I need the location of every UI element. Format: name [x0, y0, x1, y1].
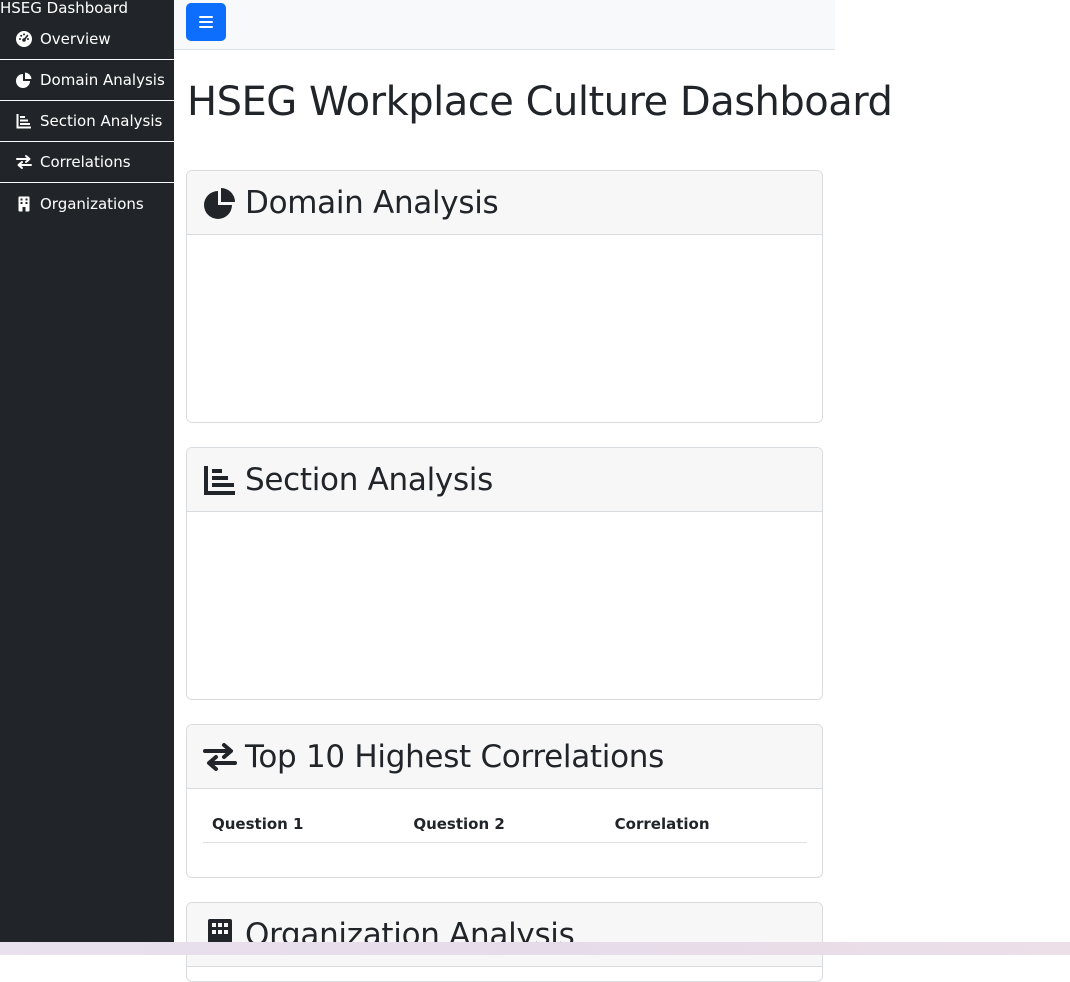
pie-chart-icon [203, 186, 237, 220]
exchange-icon [203, 740, 237, 774]
sidebar-title: HSEG Dashboard [0, 0, 129, 17]
exchange-icon [15, 153, 33, 171]
table-header-row: Question 1 Question 2 Correlation [203, 805, 807, 843]
bar-chart-icon [203, 463, 237, 497]
sidebar-item-label: Domain Analysis [40, 71, 165, 89]
gauge-icon [15, 30, 33, 48]
correlations-body: Question 1 Question 2 Correlation [187, 805, 822, 843]
column-header-correlation: Correlation [605, 805, 807, 843]
correlations-table: Question 1 Question 2 Correlation [203, 805, 807, 843]
page-title: HSEG Workplace Culture Dashboard [187, 79, 893, 125]
sidebar-nav: Overview Domain Analysis Section Analysi… [0, 19, 174, 224]
domain-analysis-card: Domain Analysis [186, 170, 823, 423]
card-title: Section Analysis [245, 461, 493, 498]
card-title: Domain Analysis [245, 184, 499, 221]
sidebar-item-overview[interactable]: Overview [0, 19, 174, 60]
bar-chart-icon [15, 112, 33, 130]
sidebar-item-label: Organizations [40, 194, 144, 213]
pie-chart-icon [15, 71, 33, 89]
card-header: Top 10 Highest Correlations [187, 725, 822, 789]
sidebar-toggle-button[interactable] [186, 3, 226, 41]
correlations-card: Top 10 Highest Correlations Question 1 Q… [186, 724, 823, 878]
card-title: Top 10 Highest Correlations [245, 738, 664, 775]
sidebar-item-section-analysis[interactable]: Section Analysis [0, 101, 174, 142]
taskbar-strip [0, 942, 1070, 955]
column-header-question-2: Question 2 [404, 805, 606, 843]
section-analysis-card: Section Analysis [186, 447, 823, 700]
column-header-question-1: Question 1 [203, 805, 405, 843]
building-icon [15, 195, 33, 213]
section-chart-area [187, 512, 822, 699]
card-header: Section Analysis [187, 448, 822, 512]
domain-chart-area [187, 235, 822, 422]
sidebar-item-domain-analysis[interactable]: Domain Analysis [0, 60, 174, 101]
sidebar-item-label: Correlations [40, 153, 131, 171]
sidebar-item-label: Section Analysis [40, 112, 163, 130]
menu-icon [198, 15, 214, 29]
sidebar-item-organizations[interactable]: Organizations [0, 183, 174, 224]
sidebar-item-correlations[interactable]: Correlations [0, 142, 174, 183]
card-header: Organization Analysis [187, 903, 822, 967]
sidebar: HSEG Dashboard Overview Domain Analysis … [0, 0, 174, 942]
top-navbar [174, 0, 835, 50]
sidebar-item-label: Overview [40, 30, 111, 48]
card-header: Domain Analysis [187, 171, 822, 235]
